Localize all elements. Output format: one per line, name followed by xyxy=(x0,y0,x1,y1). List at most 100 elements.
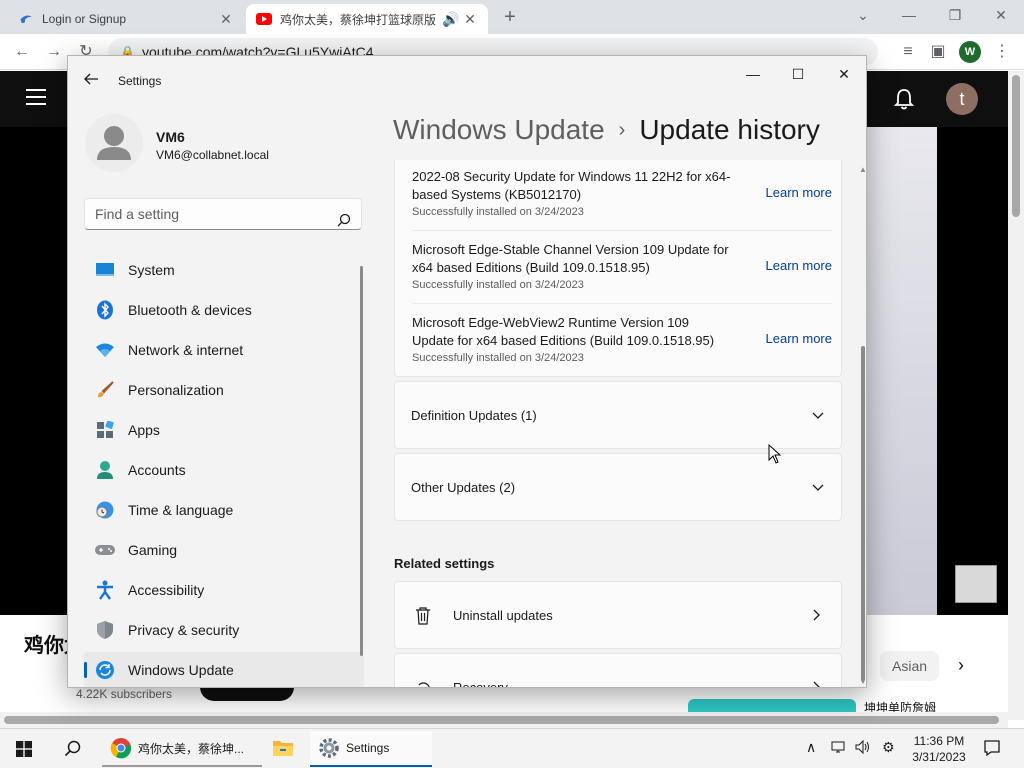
search-icon[interactable] xyxy=(337,207,351,227)
user-avatar[interactable] xyxy=(85,114,143,172)
nav-item-apps[interactable]: Apps xyxy=(84,412,364,448)
volume-icon[interactable] xyxy=(854,739,872,759)
browser-restore-button[interactable]: ❐ xyxy=(932,0,978,30)
learn-more-link[interactable]: Learn more xyxy=(766,331,832,346)
breadcrumb-current: Update history xyxy=(639,114,820,145)
back-arrow-icon[interactable] xyxy=(82,70,100,88)
tab-close-icon[interactable]: ✕ xyxy=(218,11,234,28)
forward-arrow-icon[interactable]: → xyxy=(42,40,66,64)
nav-label: Time & language xyxy=(128,502,234,518)
show-hidden-icons-chevron-icon[interactable]: ∧ xyxy=(806,739,816,759)
tab-youtube[interactable]: 鸡你太美，蔡徐坤打篮球原版 🔊 ✕ xyxy=(246,4,488,34)
tab-login[interactable]: Login or Signup ✕ xyxy=(8,4,244,34)
recovery-icon xyxy=(413,678,433,687)
audio-playing-icon[interactable]: 🔊 xyxy=(442,11,459,28)
update-name: Microsoft Edge-WebView2 Runtime Version … xyxy=(412,315,715,348)
expander-label: Definition Updates (1) xyxy=(411,408,537,423)
chevron-right-icon xyxy=(809,608,823,622)
user-silhouette-icon xyxy=(97,126,131,160)
browser-close-button[interactable]: ✕ xyxy=(978,0,1024,30)
channel-watermark[interactable] xyxy=(955,565,997,603)
expander-label: Other Updates (2) xyxy=(411,480,516,495)
update-item: Microsoft Edge-WebView2 Runtime Version … xyxy=(412,314,832,364)
chevron-right-icon xyxy=(809,680,823,687)
taskbar-chrome[interactable]: 鸡你太美，蔡徐坤... xyxy=(102,731,262,767)
link-label: Recovery xyxy=(453,680,508,688)
nav-item-accounts[interactable]: Accounts xyxy=(84,452,364,488)
nav-label: Privacy & security xyxy=(128,622,240,638)
settings-tray-gear-icon[interactable]: ⚙ xyxy=(882,739,895,759)
system-clock[interactable]: 11:36 PM 3/31/2023 xyxy=(910,733,968,765)
windows-start-icon[interactable] xyxy=(16,741,32,757)
nav-item-personalization[interactable]: Personalization xyxy=(84,372,364,408)
browser-menu-icon[interactable]: ⋮ xyxy=(990,40,1014,64)
apps-icon xyxy=(94,419,116,441)
update-status: Successfully installed on 3/24/2023 xyxy=(412,352,584,364)
nav-item-bluetooth[interactable]: Bluetooth & devices xyxy=(84,292,364,328)
breadcrumb-parent[interactable]: Windows Update xyxy=(393,114,605,145)
login-favicon-icon xyxy=(18,11,34,27)
taskbar-app-label: Settings xyxy=(346,741,390,755)
notification-icon[interactable] xyxy=(983,739,1001,757)
learn-more-link[interactable]: Learn more xyxy=(766,185,832,200)
nav-item-gaming[interactable]: Gaming xyxy=(84,532,364,568)
recovery-link[interactable]: Recovery xyxy=(394,653,842,688)
page-title: Windows Update › Update history xyxy=(393,114,820,146)
search-icon[interactable] xyxy=(64,740,82,758)
scrollbar-thumb[interactable] xyxy=(861,346,865,681)
user-avatar[interactable]: t xyxy=(946,83,978,115)
profile-avatar[interactable]: W xyxy=(959,41,981,63)
uninstall-updates-link[interactable]: Uninstall updates xyxy=(394,581,842,649)
tab-close-icon[interactable]: ✕ xyxy=(462,11,478,28)
nav-item-system[interactable]: System xyxy=(84,252,364,288)
update-item: Microsoft Edge-Stable Channel Version 10… xyxy=(412,241,832,291)
nav-item-network[interactable]: Network & internet xyxy=(84,332,364,368)
maximize-button[interactable]: ☐ xyxy=(783,64,813,84)
taskbar-file-explorer[interactable] xyxy=(264,731,304,767)
page-horizontal-scrollbar[interactable] xyxy=(0,712,1008,728)
scroll-up-icon[interactable]: ▲ xyxy=(859,166,866,174)
page-vertical-scrollbar[interactable] xyxy=(1008,71,1024,720)
browser-minimize-button[interactable]: — xyxy=(886,0,932,30)
nav-label: Network & internet xyxy=(128,342,244,358)
new-tab-button[interactable]: + xyxy=(498,5,522,29)
search-placeholder: Find a setting xyxy=(95,206,180,222)
nav-label: Gaming xyxy=(128,542,178,558)
taskbar-settings[interactable]: Settings xyxy=(310,731,432,767)
nav-item-privacy-security[interactable]: Privacy & security xyxy=(84,612,364,648)
user-name: VM6 xyxy=(156,129,185,145)
reading-list-icon[interactable]: ≡ xyxy=(896,40,920,64)
settings-nav: System Bluetooth & devices Network & int… xyxy=(84,252,364,687)
settings-search-input[interactable]: Find a setting xyxy=(84,198,362,230)
close-button[interactable]: ✕ xyxy=(829,64,859,84)
tab-title: Login or Signup xyxy=(42,12,127,26)
nav-item-accessibility[interactable]: Accessibility xyxy=(84,572,364,608)
scroll-down-icon[interactable]: ▼ xyxy=(859,678,866,686)
nav-scrollbar[interactable] xyxy=(360,266,363,656)
update-icon xyxy=(94,659,116,681)
minimize-button[interactable]: — xyxy=(738,64,768,84)
content-scrollbar[interactable]: ▲ ▼ xyxy=(859,166,866,686)
gamepad-icon xyxy=(94,539,116,561)
filter-chip[interactable]: Asian xyxy=(880,651,940,681)
chevron-down-icon xyxy=(811,408,825,422)
back-arrow-icon[interactable]: ← xyxy=(10,40,34,64)
chevron-right-icon[interactable]: › xyxy=(958,655,964,676)
nav-item-windows-update[interactable]: Windows Update xyxy=(84,652,364,687)
user-email: VM6@collabnet.local xyxy=(156,148,269,162)
taskbar: 鸡你太美，蔡徐坤... Settings ∧ ⚙ 11:36 PM 3/31/2… xyxy=(0,728,1024,768)
notifications-bell-icon[interactable] xyxy=(893,87,915,111)
accounts-icon xyxy=(94,459,116,481)
nav-label: Accounts xyxy=(128,462,186,478)
definition-updates-expander[interactable]: Definition Updates (1) xyxy=(394,381,842,449)
settings-content: 2022-08 Security Update for Windows 11 2… xyxy=(394,160,844,688)
network-icon[interactable] xyxy=(830,739,846,759)
tab-search-icon[interactable]: ⌄ xyxy=(840,0,886,30)
side-panel-icon[interactable]: ▣ xyxy=(926,40,950,64)
nav-item-time-language[interactable]: Time & language xyxy=(84,492,364,528)
hamburger-menu-icon[interactable] xyxy=(26,89,46,105)
settings-gear-icon xyxy=(318,737,340,759)
chevron-right-icon: › xyxy=(618,119,626,141)
nav-label: Apps xyxy=(128,422,160,438)
learn-more-link[interactable]: Learn more xyxy=(766,258,832,273)
